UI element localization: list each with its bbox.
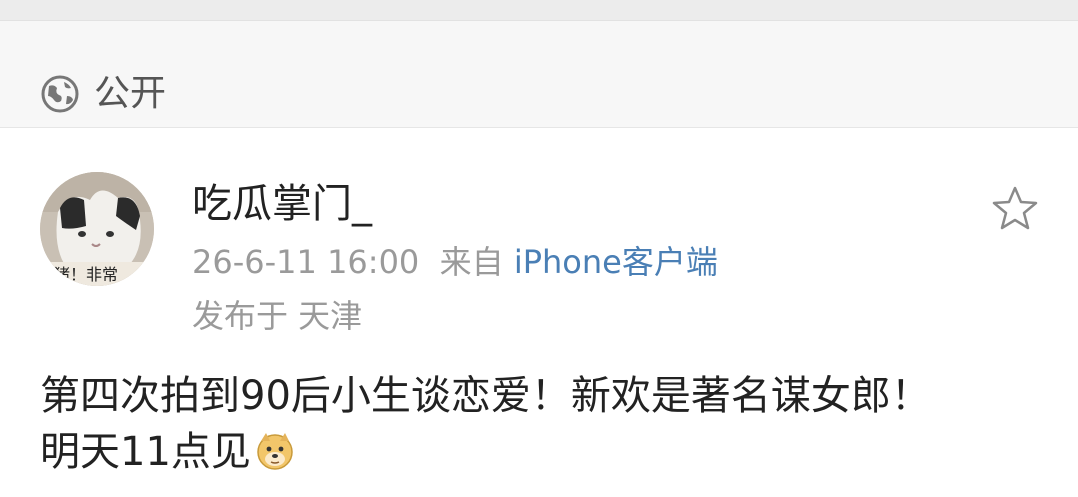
post-text-line-2: 明天11点见 (40, 429, 251, 475)
post-source-link[interactable]: iPhone客户端 (514, 243, 718, 281)
visibility-label: 公开 (94, 73, 167, 114)
avatar[interactable]: 猪！非常 (40, 172, 154, 286)
globe-icon (40, 74, 80, 114)
visibility-bar[interactable]: 公开 (0, 21, 1078, 128)
post-text-line-1: 第四次拍到90后小生谈恋爱！新欢是著名谋女郎！ (40, 373, 931, 419)
post-text: 第四次拍到90后小生谈恋爱！新欢是著名谋女郎！ 明天11点见 (40, 368, 1040, 480)
source-prefix: 来自 (439, 243, 504, 281)
weibo-post: 猪！非常 吃瓜掌门_ 26-6-11 16:00 来自 iPhone客户端 发布… (0, 128, 1078, 497)
favorite-button[interactable] (990, 184, 1040, 234)
post-text-line-2-row: 明天11点见 (40, 424, 1040, 480)
doge-icon (255, 430, 295, 470)
post-meta: 26-6-11 16:00 来自 iPhone客户端 (192, 242, 718, 282)
author-name[interactable]: 吃瓜掌门_ (192, 178, 372, 230)
svg-text:猪！非常: 猪！非常 (54, 265, 118, 284)
post-timestamp: 26-6-11 16:00 (192, 243, 420, 281)
star-icon (992, 186, 1038, 230)
top-strip (0, 0, 1078, 21)
post-location: 发布于 天津 (192, 297, 363, 335)
